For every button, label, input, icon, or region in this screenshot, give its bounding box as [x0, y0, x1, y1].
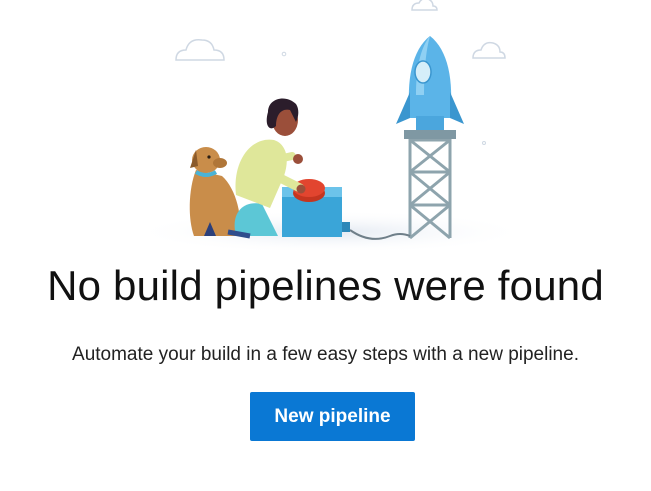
sparkle-dot [482, 141, 486, 145]
dog-icon [189, 147, 241, 236]
rocket-icon [396, 36, 464, 130]
page-title: No build pipelines were found [47, 262, 604, 309]
cloud-icon [175, 38, 225, 61]
new-pipeline-button[interactable]: New pipeline [250, 392, 415, 441]
tower-platform [404, 130, 456, 139]
cloud-icon [472, 41, 506, 59]
rocket-launch-illustration [130, 0, 530, 250]
sparkle-dot [281, 51, 287, 57]
cloud-icon [411, 0, 438, 11]
empty-state-description: Automate your build in a few easy steps … [72, 344, 579, 365]
